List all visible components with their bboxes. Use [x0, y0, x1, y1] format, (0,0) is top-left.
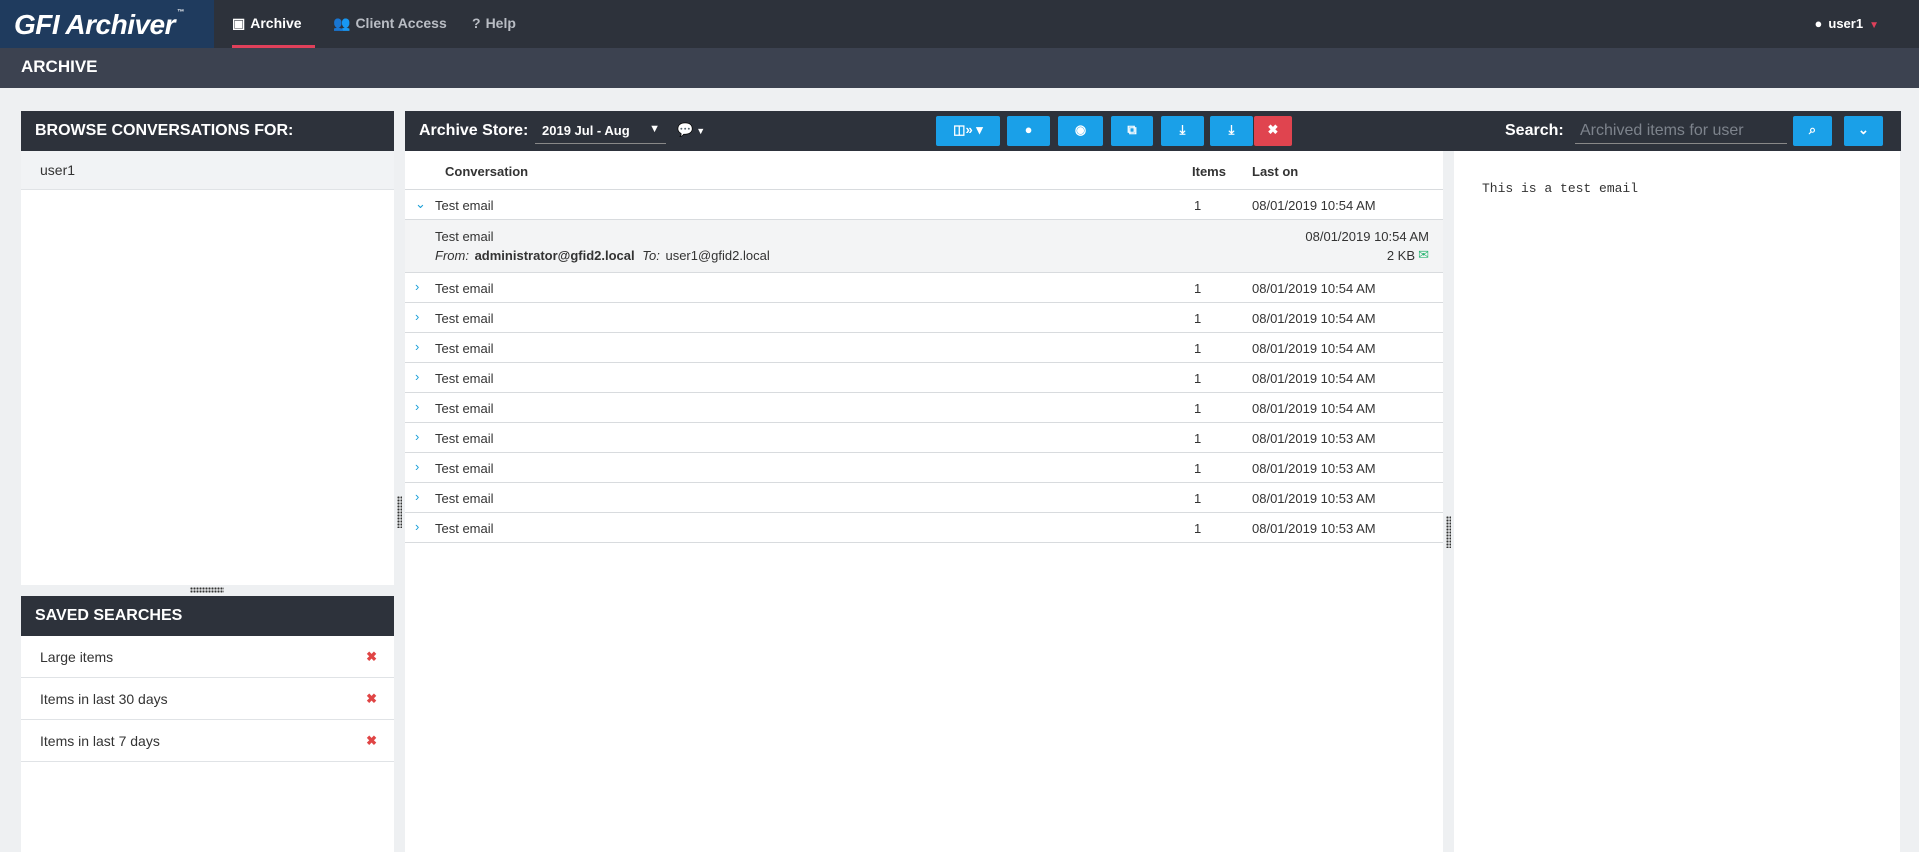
chevron-right-icon[interactable]: ›: [415, 459, 419, 474]
user-icon: ●: [1024, 122, 1033, 137]
message-detail-row[interactable]: Test email From: administrator@gfid2.loc…: [405, 220, 1443, 273]
tab-help[interactable]: ? Help: [472, 0, 516, 48]
archive-store-select[interactable]: 2019 Jul - Aug ▼: [535, 118, 666, 144]
download-button[interactable]: ⤓: [1161, 116, 1204, 146]
table-row[interactable]: › Test email 1 08/01/2019 10:53 AM: [405, 513, 1443, 543]
right-vertical-splitter[interactable]: [1446, 516, 1451, 548]
message-subject: Test email: [435, 229, 494, 244]
left-vertical-splitter[interactable]: [397, 496, 402, 528]
saved-search-item[interactable]: Large items ✖: [21, 636, 394, 678]
table-row[interactable]: › Test email 1 08/01/2019 10:54 AM: [405, 363, 1443, 393]
app-logo[interactable]: GFI Archiver ™: [0, 0, 214, 48]
caret-down-icon: ▼: [696, 126, 706, 136]
chevron-right-icon[interactable]: ›: [415, 309, 419, 324]
message-size: 2 KB: [1386, 248, 1415, 263]
chevron-right-icon[interactable]: ›: [415, 429, 419, 444]
archive-icon: ▣: [232, 15, 246, 31]
conversation-view-button[interactable]: 💬 ▼: [677, 122, 705, 138]
view-button[interactable]: ◉: [1058, 116, 1103, 146]
top-navbar: GFI Archiver ™ ▣ Archive 👥 Client Access ? H…: [0, 0, 1919, 48]
delete-button[interactable]: ✖: [1254, 116, 1292, 146]
chevron-right-icon[interactable]: ›: [415, 489, 419, 504]
chevron-down-icon: ⌄: [1858, 122, 1869, 137]
envelope-icon: ✉: [1418, 247, 1429, 262]
search-input[interactable]: [1575, 118, 1787, 144]
download-icon: ⤓: [1228, 122, 1235, 137]
message-date: 08/01/2019 10:54 AM: [1305, 229, 1429, 244]
table-row[interactable]: › Test email 1 08/01/2019 10:53 AM: [405, 453, 1443, 483]
archive-store-label: Archive Store:: [419, 122, 529, 139]
comments-icon: 💬: [677, 122, 694, 137]
users-icon: 👥: [333, 15, 351, 31]
question-icon: ?: [472, 15, 481, 31]
columns-icon: ◫» ▾: [953, 122, 983, 137]
chevron-right-icon[interactable]: ›: [415, 399, 419, 414]
user-button[interactable]: ●: [1007, 116, 1050, 146]
columns-button[interactable]: ◫» ▾: [936, 116, 1000, 146]
table-row[interactable]: › Test email 1 08/01/2019 10:54 AM: [405, 273, 1443, 303]
eye-icon: ◉: [1074, 122, 1087, 137]
search-label: Search:: [1505, 122, 1564, 139]
user-icon: ●: [1814, 16, 1823, 31]
message-body: This is a test email: [1482, 181, 1639, 196]
chevron-right-icon[interactable]: ›: [415, 369, 419, 384]
chevron-down-icon[interactable]: ⌄: [415, 196, 426, 212]
download-icon: ⤓: [1179, 122, 1186, 137]
column-header-items[interactable]: Items: [1192, 164, 1226, 179]
archive-toolbar: Archive Store: 2019 Jul - Aug ▼ 💬 ▼ ◫» ▾ ●…: [405, 111, 1901, 151]
column-header-conversation[interactable]: Conversation: [445, 164, 528, 179]
column-header-last-on[interactable]: Last on: [1252, 164, 1298, 179]
search-button[interactable]: ⌕: [1793, 116, 1832, 146]
table-row[interactable]: › Test email 1 08/01/2019 10:53 AM: [405, 483, 1443, 513]
saved-search-item[interactable]: Items in last 30 days ✖: [21, 678, 394, 720]
message-preview-pane: This is a test email: [1454, 151, 1900, 852]
tab-archive[interactable]: ▣ Archive: [232, 0, 315, 48]
list-header: Conversation Items Last on: [405, 151, 1443, 190]
table-row[interactable]: ⌄ Test email 1 08/01/2019 10:54 AM: [405, 190, 1443, 220]
browse-panel-title: BROWSE CONVERSATIONS FOR:: [21, 111, 394, 151]
caret-down-icon: ▼: [1869, 20, 1879, 31]
chevron-right-icon[interactable]: ›: [415, 279, 419, 294]
saved-searches-panel: SAVED SEARCHES Large items ✖ Items in la…: [21, 596, 394, 852]
chevron-right-icon[interactable]: ›: [415, 339, 419, 354]
restore-button[interactable]: ⤓: [1210, 116, 1253, 146]
delete-search-icon[interactable]: ✖: [366, 733, 377, 749]
horizontal-splitter[interactable]: [190, 587, 224, 593]
page-title: ARCHIVE: [0, 48, 1919, 88]
table-row[interactable]: › Test email 1 08/01/2019 10:54 AM: [405, 303, 1443, 333]
browse-item-user1[interactable]: user1: [21, 151, 394, 190]
table-row[interactable]: › Test email 1 08/01/2019 10:53 AM: [405, 423, 1443, 453]
user-menu[interactable]: ● user1 ▼: [1815, 16, 1879, 31]
advanced-search-button[interactable]: ⌄: [1844, 116, 1883, 146]
conversation-list: Conversation Items Last on ⌄ Test email …: [405, 151, 1443, 852]
popout-button[interactable]: ⧉: [1111, 116, 1153, 146]
caret-down-icon: ▼: [649, 123, 660, 135]
search-icon: ⌕: [1808, 122, 1817, 137]
saved-searches-title: SAVED SEARCHES: [21, 596, 394, 636]
message-addresses: From: administrator@gfid2.local To: user…: [435, 248, 770, 263]
delete-search-icon[interactable]: ✖: [366, 649, 377, 665]
windows-icon: ⧉: [1127, 122, 1137, 137]
browse-panel: BROWSE CONVERSATIONS FOR: user1: [21, 111, 394, 585]
close-icon: ✖: [1267, 122, 1279, 137]
saved-search-item[interactable]: Items in last 7 days ✖: [21, 720, 394, 762]
tab-client-access[interactable]: 👥 Client Access: [333, 0, 447, 48]
chevron-right-icon[interactable]: ›: [415, 519, 419, 534]
table-row[interactable]: › Test email 1 08/01/2019 10:54 AM: [405, 393, 1443, 423]
table-row[interactable]: › Test email 1 08/01/2019 10:54 AM: [405, 333, 1443, 363]
delete-search-icon[interactable]: ✖: [366, 691, 377, 707]
